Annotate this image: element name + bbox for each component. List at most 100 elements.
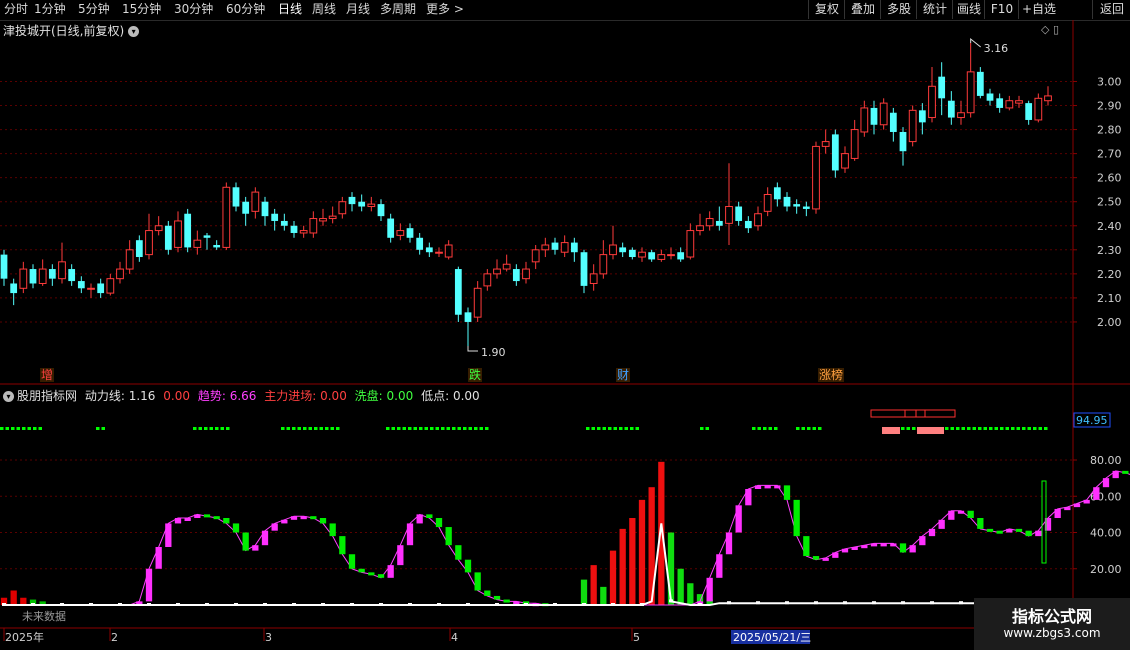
signal-dot (1022, 427, 1026, 430)
candle-body (619, 247, 627, 253)
candle-body (879, 102, 888, 126)
period-tab-15min[interactable]: 15分钟 (122, 1, 161, 17)
signal-dot (752, 427, 756, 430)
signal-dot (906, 427, 910, 430)
fuquan-button[interactable]: 复权 (808, 0, 845, 19)
signal-dot (430, 427, 434, 430)
time-label: 5 (633, 631, 640, 644)
signal-mark (917, 427, 944, 434)
volume-bar (590, 565, 597, 605)
candle-body (725, 206, 733, 224)
power-dot (408, 603, 412, 606)
panel-icons: ◇ ▯ (1041, 23, 1059, 36)
trend-step (1112, 470, 1119, 479)
signal-dot (441, 427, 445, 430)
current-value: 94.95 (1076, 414, 1108, 427)
period-tab-weekly[interactable]: 周线 (312, 1, 336, 17)
signal-dot (413, 427, 417, 430)
statistics-button[interactable]: 统计 (916, 0, 953, 19)
candle-body (570, 242, 578, 253)
trend-step (203, 514, 211, 518)
draw-line-button[interactable]: 画线 (952, 0, 985, 19)
chevron-down-icon[interactable]: ▾ (3, 391, 14, 402)
trend-step (1122, 470, 1129, 474)
period-tab-1min[interactable]: 1分钟 (34, 1, 66, 17)
diamond-icon[interactable]: ◇ (1041, 23, 1049, 36)
candle-body (10, 283, 18, 294)
candle-body (754, 213, 762, 227)
power-dot (843, 601, 847, 605)
overlay-button[interactable]: 叠加 (844, 0, 881, 19)
candle-body (638, 251, 646, 258)
signal-dot (397, 427, 401, 430)
period-tab-5min[interactable]: 5分钟 (78, 1, 110, 17)
candle-body (444, 244, 453, 258)
watermark-title: 指标公式网 (1011, 607, 1092, 626)
signal-dot (198, 427, 202, 430)
period-tab-monthly[interactable]: 月线 (346, 1, 370, 17)
trend-step (1006, 528, 1013, 533)
trend-step (484, 590, 491, 596)
trend-line (4, 470, 1130, 606)
candle-body (0, 254, 8, 279)
multi-stock-button[interactable]: 多股 (880, 0, 917, 19)
candle-body (812, 145, 820, 210)
period-tab-more[interactable]: 更多 > (426, 1, 464, 17)
power-dot (60, 603, 64, 606)
back-button[interactable]: 返回 (1092, 0, 1130, 19)
trend-step (194, 514, 201, 518)
time-label: 2 (111, 631, 118, 644)
signal-dot (989, 427, 993, 430)
signal-dot (945, 427, 949, 430)
signal-dot (613, 427, 617, 430)
signal-dot (38, 427, 42, 430)
period-tab-daily[interactable]: 日线 (278, 1, 302, 17)
price-tick-label: 2.00 (1097, 316, 1122, 329)
period-tab-fenshi[interactable]: 分时 (4, 1, 28, 17)
field-wash-value: 0.00 (386, 389, 414, 403)
trend-step (1025, 530, 1032, 537)
volume-bar (580, 579, 588, 605)
signal-dot (452, 427, 456, 430)
candle-body (77, 281, 85, 289)
candle-body (222, 186, 231, 248)
power-dot (785, 601, 789, 605)
period-tab-30min[interactable]: 30分钟 (174, 1, 213, 17)
low-pointer (467, 346, 478, 352)
candle-body (319, 218, 327, 222)
trend-step (145, 568, 153, 602)
signal-dot (757, 427, 761, 430)
signal-dot (967, 427, 971, 430)
power-dot (466, 603, 470, 606)
candle-body (947, 100, 955, 118)
signal-dot (1000, 427, 1004, 430)
period-tab-multi[interactable]: 多周期 (380, 1, 416, 17)
volume-bar (638, 499, 646, 605)
signal-dot (286, 427, 290, 430)
candle-body (580, 252, 588, 286)
stock-name: 津投城开(日线,前复权) (3, 24, 125, 38)
trend-step (300, 516, 307, 520)
candle-body (551, 242, 559, 250)
indicator-tick-label: 40.00 (1090, 527, 1122, 540)
trend-step (348, 554, 356, 569)
period-tab-60min[interactable]: 60分钟 (226, 1, 265, 17)
trend-step (909, 545, 916, 553)
trend-step (725, 532, 733, 555)
trend-step (310, 516, 317, 520)
candlestick-series: 3.16 1.90 增 跌 财 涨榜 (0, 37, 1052, 382)
layout-icon[interactable]: ▯ (1053, 23, 1059, 36)
signal-dot (297, 427, 301, 430)
power-dot (756, 601, 760, 605)
watermark: 指标公式网 www.zbgs3.com (974, 598, 1130, 650)
candle-body (667, 254, 675, 257)
chevron-down-icon[interactable]: ▾ (128, 26, 140, 37)
signal-dot (801, 427, 805, 430)
signal-dot (292, 427, 296, 430)
signal-dot (608, 427, 612, 430)
power-dot (2, 603, 6, 606)
f10-button[interactable]: F10 (984, 0, 1019, 19)
candle-body (435, 251, 443, 254)
price-tick-label: 2.50 (1097, 196, 1122, 209)
add-watchlist-button[interactable]: +自选 (1018, 0, 1059, 19)
